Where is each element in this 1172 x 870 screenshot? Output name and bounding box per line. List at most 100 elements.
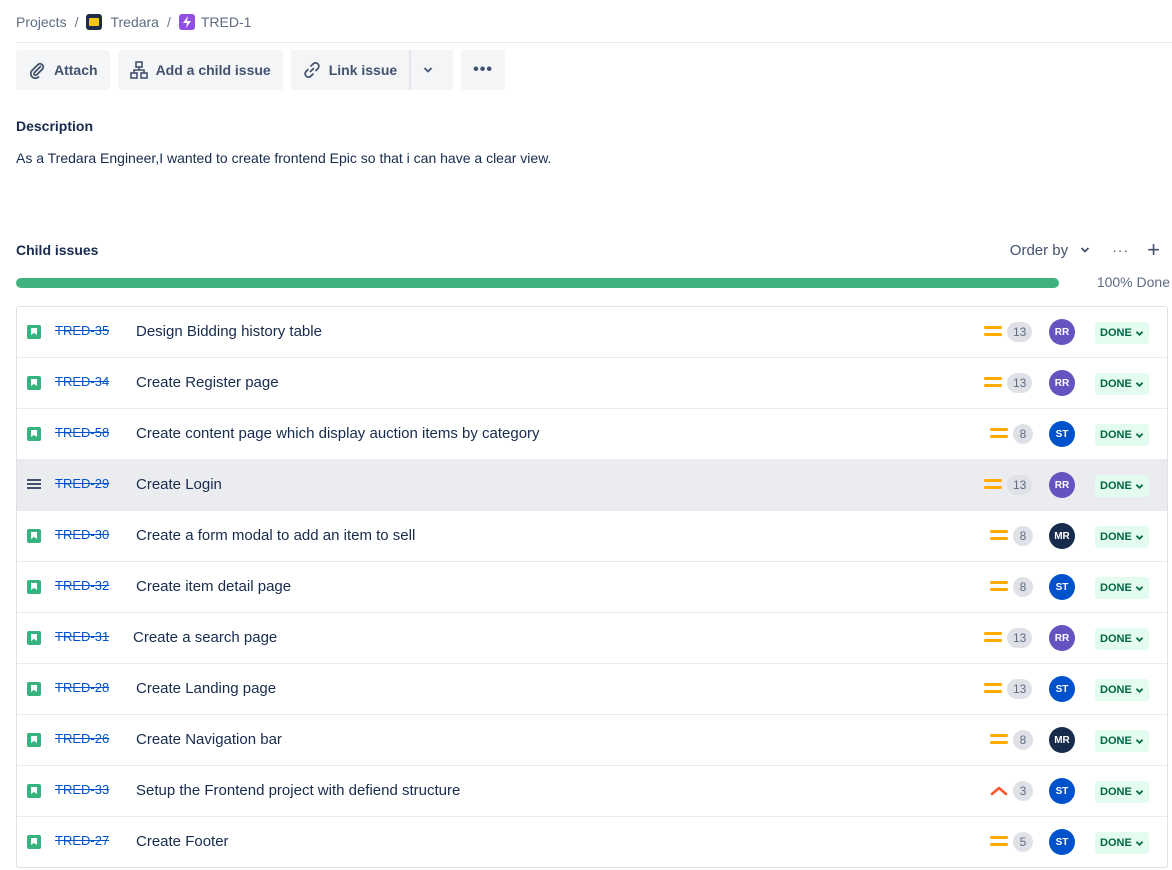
status-dropdown[interactable]: DONE	[1095, 781, 1149, 803]
status-label: DONE	[1100, 480, 1132, 492]
status-dropdown[interactable]: DONE	[1095, 373, 1149, 395]
status-label: DONE	[1100, 735, 1132, 747]
assignee-avatar[interactable]: ST	[1049, 574, 1075, 600]
assignee-avatar[interactable]: ST	[1049, 829, 1075, 855]
more-actions-button[interactable]: •••	[461, 50, 505, 90]
issue-key-link[interactable]: TRED-33	[55, 782, 109, 797]
assignee-avatar[interactable]: RR	[1049, 625, 1075, 651]
description-text[interactable]: As a Tredara Engineer,I wanted to create…	[16, 150, 551, 166]
issue-row[interactable]: TRED-33 Setup the Frontend project with d…	[17, 766, 1167, 817]
issue-row[interactable]: TRED-58 Create content page which display…	[17, 409, 1167, 460]
header-divider	[16, 42, 1172, 43]
issue-key-link[interactable]: TRED-26	[55, 731, 109, 746]
project-icon	[86, 14, 103, 30]
issue-key-link[interactable]: TRED-31	[55, 629, 109, 644]
more-icon: •••	[473, 61, 493, 78]
status-dropdown[interactable]: DONE	[1095, 322, 1149, 344]
issue-summary[interactable]: Create Footer	[136, 833, 229, 850]
issue-summary[interactable]: Create content page which display auctio…	[136, 425, 540, 442]
issue-summary[interactable]: Create a form modal to add an item to se…	[136, 527, 415, 544]
priority-high-icon	[990, 785, 1008, 797]
issue-summary[interactable]: Create Login	[136, 476, 222, 493]
issue-summary[interactable]: Setup the Frontend project with defiend …	[136, 782, 460, 799]
issue-summary[interactable]: Design Bidding history table	[136, 323, 322, 340]
order-by-dropdown[interactable]: Order by	[1010, 242, 1090, 259]
chevron-down-icon	[1135, 789, 1143, 795]
assignee-avatar[interactable]: ST	[1049, 676, 1075, 702]
breadcrumb-project[interactable]: Tredara	[86, 14, 159, 30]
assignee-avatar[interactable]: ST	[1049, 778, 1075, 804]
story-icon	[27, 784, 41, 798]
issue-summary[interactable]: Create a search page	[133, 629, 277, 646]
chevron-down-icon	[424, 67, 433, 73]
story-icon	[27, 427, 41, 441]
issue-summary[interactable]: Create Landing page	[136, 680, 276, 697]
breadcrumb-issue[interactable]: TRED-1	[178, 14, 251, 30]
issue-key-link[interactable]: TRED-30	[55, 527, 109, 542]
status-dropdown[interactable]: DONE	[1095, 730, 1149, 752]
priority-medium-icon	[984, 683, 1002, 695]
story-icon	[27, 580, 41, 594]
link-issue-dropdown[interactable]	[411, 50, 454, 90]
issue-key-link[interactable]: TRED-29	[55, 476, 109, 491]
breadcrumb-project-label: Tredara	[110, 14, 159, 30]
assignee-avatar[interactable]: RR	[1049, 319, 1075, 345]
task-icon	[27, 479, 41, 491]
status-dropdown[interactable]: DONE	[1095, 526, 1149, 548]
status-label: DONE	[1100, 327, 1132, 339]
issue-key-link[interactable]: TRED-58	[55, 425, 109, 440]
issue-key-link[interactable]: TRED-32	[55, 578, 109, 593]
assignee-avatar[interactable]: RR	[1049, 370, 1075, 396]
chevron-down-icon	[1135, 432, 1143, 438]
issue-row[interactable]: TRED-32 Create item detail page 8 ST DONE	[17, 562, 1167, 613]
story-icon	[27, 682, 41, 696]
status-dropdown[interactable]: DONE	[1095, 475, 1149, 497]
story-icon	[27, 835, 41, 849]
story-points-badge: 13	[1007, 679, 1033, 699]
issue-row[interactable]: TRED-26 Create Navigation bar 8 MR DONE	[17, 715, 1167, 766]
issue-key-link[interactable]: TRED-34	[55, 374, 109, 389]
issue-row[interactable]: TRED-35 Design Bidding history table 13 RR D…	[17, 307, 1167, 358]
add-child-plus-icon[interactable]: +	[1147, 239, 1160, 261]
issue-row[interactable]: TRED-31 Create a search page 13 RR DONE	[17, 613, 1167, 664]
priority-medium-icon	[990, 734, 1008, 746]
status-dropdown[interactable]: DONE	[1095, 628, 1149, 650]
description-heading: Description	[16, 118, 94, 134]
child-issues-actions: Order by ··· +	[1010, 239, 1160, 261]
story-points-badge: 5	[1013, 832, 1033, 852]
assignee-avatar[interactable]: MR	[1049, 523, 1075, 549]
status-dropdown[interactable]: DONE	[1095, 679, 1149, 701]
chevron-down-icon	[1135, 483, 1143, 489]
issue-row[interactable]: TRED-30 Create a form modal to add an ite…	[17, 511, 1167, 562]
attach-label: Attach	[54, 62, 98, 78]
story-points-badge: 8	[1013, 577, 1033, 597]
link-issue-button[interactable]: Link issue	[290, 50, 410, 90]
progress-label: 100% Done	[1096, 274, 1170, 290]
issue-summary[interactable]: Create Register page	[136, 374, 279, 391]
breadcrumb-projects[interactable]: Projects	[16, 14, 67, 30]
issue-key-link[interactable]: TRED-27	[55, 833, 109, 848]
issue-key-link[interactable]: TRED-35	[55, 323, 109, 338]
status-dropdown[interactable]: DONE	[1095, 577, 1149, 599]
chevron-down-icon	[1135, 687, 1143, 693]
assignee-avatar[interactable]: RR	[1049, 472, 1075, 498]
priority-medium-icon	[990, 428, 1008, 440]
assignee-avatar[interactable]: ST	[1049, 421, 1075, 447]
story-points-badge: 13	[1007, 322, 1033, 342]
attach-button[interactable]: Attach	[16, 50, 110, 90]
issue-row[interactable]: TRED-34 Create Register page 13 RR DONE	[17, 358, 1167, 409]
epic-icon	[178, 14, 195, 30]
add-child-issue-button[interactable]: Add a child issue	[117, 50, 283, 90]
status-dropdown[interactable]: DONE	[1095, 832, 1149, 854]
issue-row[interactable]: TRED-27 Create Footer 5 ST DONE	[17, 817, 1167, 867]
priority-medium-icon	[984, 326, 1002, 338]
child-issues-more-icon[interactable]: ···	[1112, 242, 1129, 258]
status-label: DONE	[1100, 786, 1132, 798]
issue-row[interactable]: TRED-28 Create Landing page 13 ST DONE	[17, 664, 1167, 715]
status-dropdown[interactable]: DONE	[1095, 424, 1149, 446]
issue-row[interactable]: TRED-29 Create Login 13 RR DONE	[17, 460, 1167, 511]
issue-summary[interactable]: Create Navigation bar	[136, 731, 282, 748]
issue-summary[interactable]: Create item detail page	[136, 578, 291, 595]
issue-key-link[interactable]: TRED-28	[55, 680, 109, 695]
assignee-avatar[interactable]: MR	[1049, 727, 1075, 753]
